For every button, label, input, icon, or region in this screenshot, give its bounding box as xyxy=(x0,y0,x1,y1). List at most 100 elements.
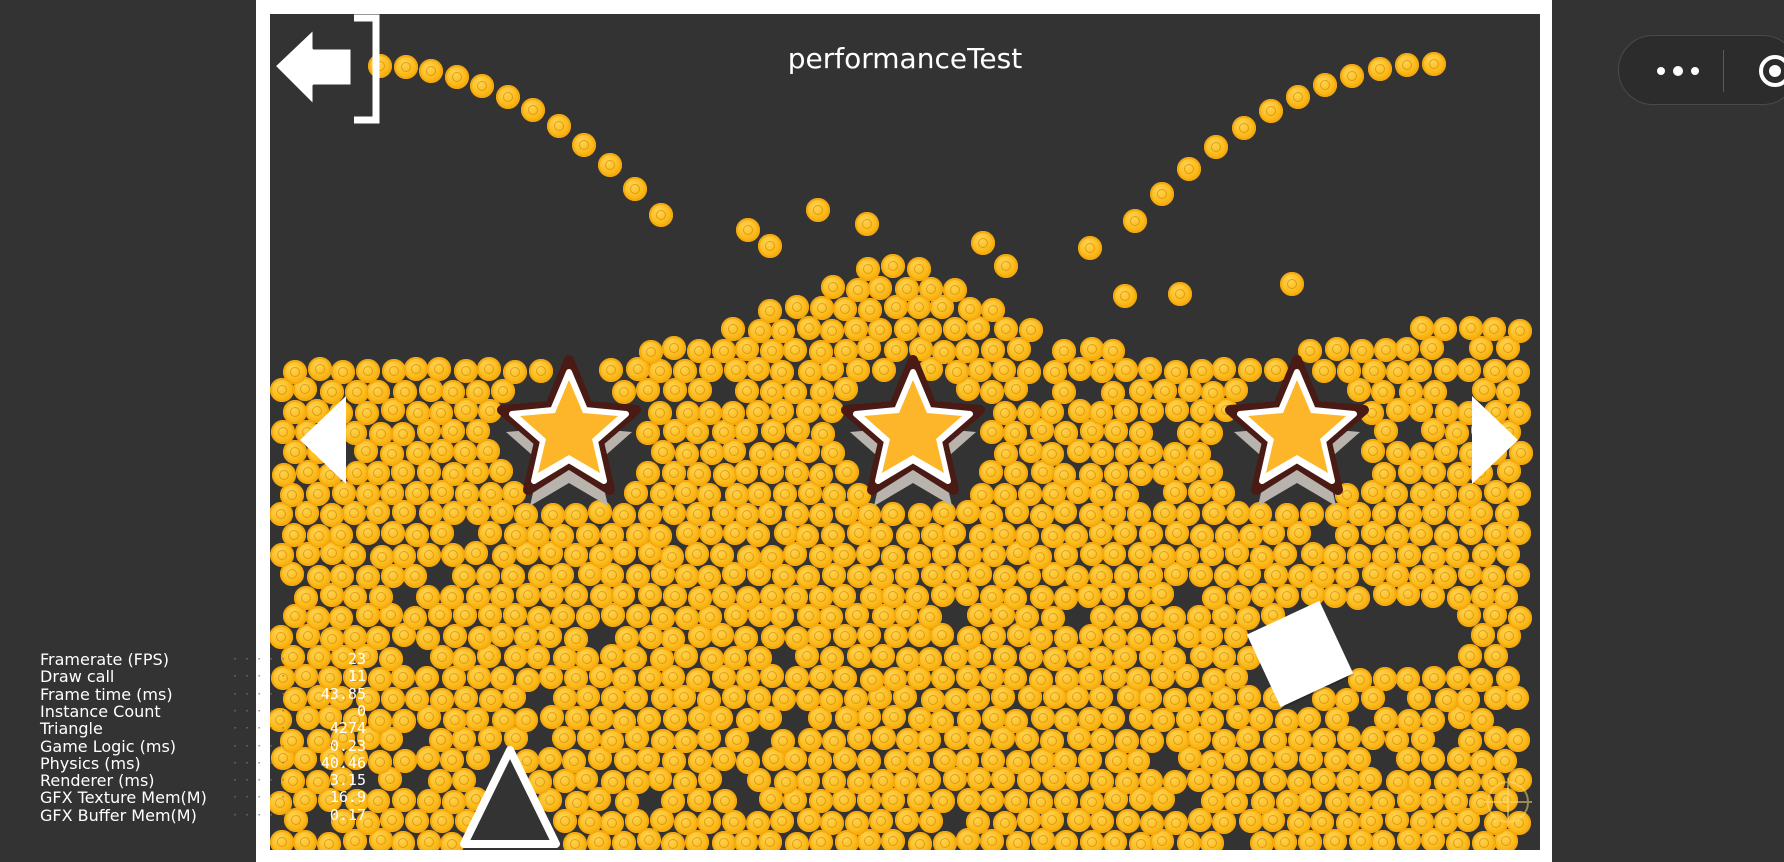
coin xyxy=(1003,585,1028,610)
coin xyxy=(404,522,429,547)
coin xyxy=(563,626,588,651)
coin xyxy=(1297,706,1322,731)
coin xyxy=(847,563,872,588)
target-close-icon[interactable] xyxy=(1757,53,1784,89)
coin xyxy=(1236,684,1261,709)
coin xyxy=(822,768,847,793)
coin xyxy=(806,198,830,222)
coin xyxy=(356,481,381,506)
coin xyxy=(1398,379,1423,404)
coin xyxy=(758,234,782,258)
coin xyxy=(1445,830,1470,850)
coin xyxy=(1432,317,1457,342)
coin xyxy=(1138,356,1163,381)
coin xyxy=(1079,337,1104,362)
coin xyxy=(1258,98,1283,123)
coin xyxy=(736,749,761,774)
coin xyxy=(1407,769,1432,794)
coin xyxy=(746,523,771,548)
coin xyxy=(1286,810,1311,835)
coin xyxy=(688,585,713,610)
coin xyxy=(521,98,545,123)
coin xyxy=(1017,481,1042,506)
coin xyxy=(1053,585,1078,610)
coin xyxy=(1508,318,1533,343)
coin xyxy=(1052,462,1077,487)
coin xyxy=(686,667,711,692)
coin xyxy=(1015,523,1040,548)
coin xyxy=(773,769,798,794)
coin xyxy=(784,666,809,691)
coin xyxy=(270,624,294,649)
stat-label: Game Logic (ms) xyxy=(40,736,177,756)
coin xyxy=(697,726,722,751)
coin xyxy=(427,356,452,381)
coin xyxy=(477,521,502,546)
more-dots-icon[interactable] xyxy=(1649,56,1709,86)
coin xyxy=(832,583,857,608)
coin xyxy=(761,624,786,649)
capsule-divider xyxy=(1723,50,1724,92)
coin xyxy=(1505,727,1530,752)
coin xyxy=(1129,462,1154,487)
stat-row: Physics (ms) · · · · · · · · · · · · 40.46 xyxy=(40,754,366,772)
coin xyxy=(1089,728,1114,753)
exit-arrow-icon[interactable] xyxy=(270,14,382,126)
coin xyxy=(1042,359,1067,384)
coin xyxy=(550,562,575,587)
coin xyxy=(1187,480,1212,505)
coin xyxy=(418,500,443,525)
coin xyxy=(355,400,380,425)
coin xyxy=(1505,359,1530,384)
coin xyxy=(856,623,881,648)
stat-leader-dots: · · · · · · · · · · · · xyxy=(232,793,294,804)
coin xyxy=(418,377,443,402)
coin xyxy=(892,769,917,794)
coin xyxy=(1101,705,1126,730)
stat-label: Draw call xyxy=(40,667,115,687)
star-obstacle-center xyxy=(841,355,985,506)
coin xyxy=(562,831,587,850)
coin xyxy=(1039,441,1064,466)
coin xyxy=(770,809,795,834)
stat-leader-dots: · · · · · · · · · · · · xyxy=(232,689,294,700)
coin xyxy=(920,688,945,713)
stat-value: 40.46 xyxy=(320,753,366,772)
coin xyxy=(1122,209,1147,234)
coin xyxy=(685,542,710,567)
coin xyxy=(405,401,430,426)
coin xyxy=(1273,541,1297,566)
game-canvas[interactable]: performanceTest xyxy=(270,14,1540,850)
stat-label: GFX Buffer Mem(M) xyxy=(40,805,197,825)
coin xyxy=(367,749,392,774)
coin xyxy=(648,202,673,227)
coin xyxy=(882,667,907,692)
coin xyxy=(600,769,625,794)
coin xyxy=(1006,749,1031,774)
coin xyxy=(1204,135,1229,160)
coin xyxy=(1067,357,1092,382)
coin xyxy=(1249,544,1274,569)
chevron-right-icon[interactable] xyxy=(1464,392,1524,488)
coin xyxy=(1175,501,1200,526)
chevron-left-icon[interactable] xyxy=(294,392,354,488)
coin xyxy=(784,295,809,320)
coin xyxy=(1053,421,1078,446)
stat-row: Renderer (ms) · · · · · · · · · · · · 3.15 xyxy=(40,772,366,790)
coin xyxy=(1162,770,1187,795)
coin xyxy=(1432,481,1457,506)
coin xyxy=(404,686,429,711)
coin xyxy=(1113,284,1137,308)
coin xyxy=(712,789,737,814)
coin xyxy=(1028,544,1053,569)
coin xyxy=(771,318,796,343)
coin xyxy=(647,523,672,548)
coin xyxy=(660,544,685,569)
coin xyxy=(1003,708,1028,733)
stat-leader-dots: · · · · · · · · · · · · xyxy=(232,810,294,821)
coin xyxy=(651,728,676,753)
coin xyxy=(687,748,712,773)
coin xyxy=(917,317,942,342)
coin xyxy=(1395,666,1420,691)
coin xyxy=(1422,379,1447,404)
